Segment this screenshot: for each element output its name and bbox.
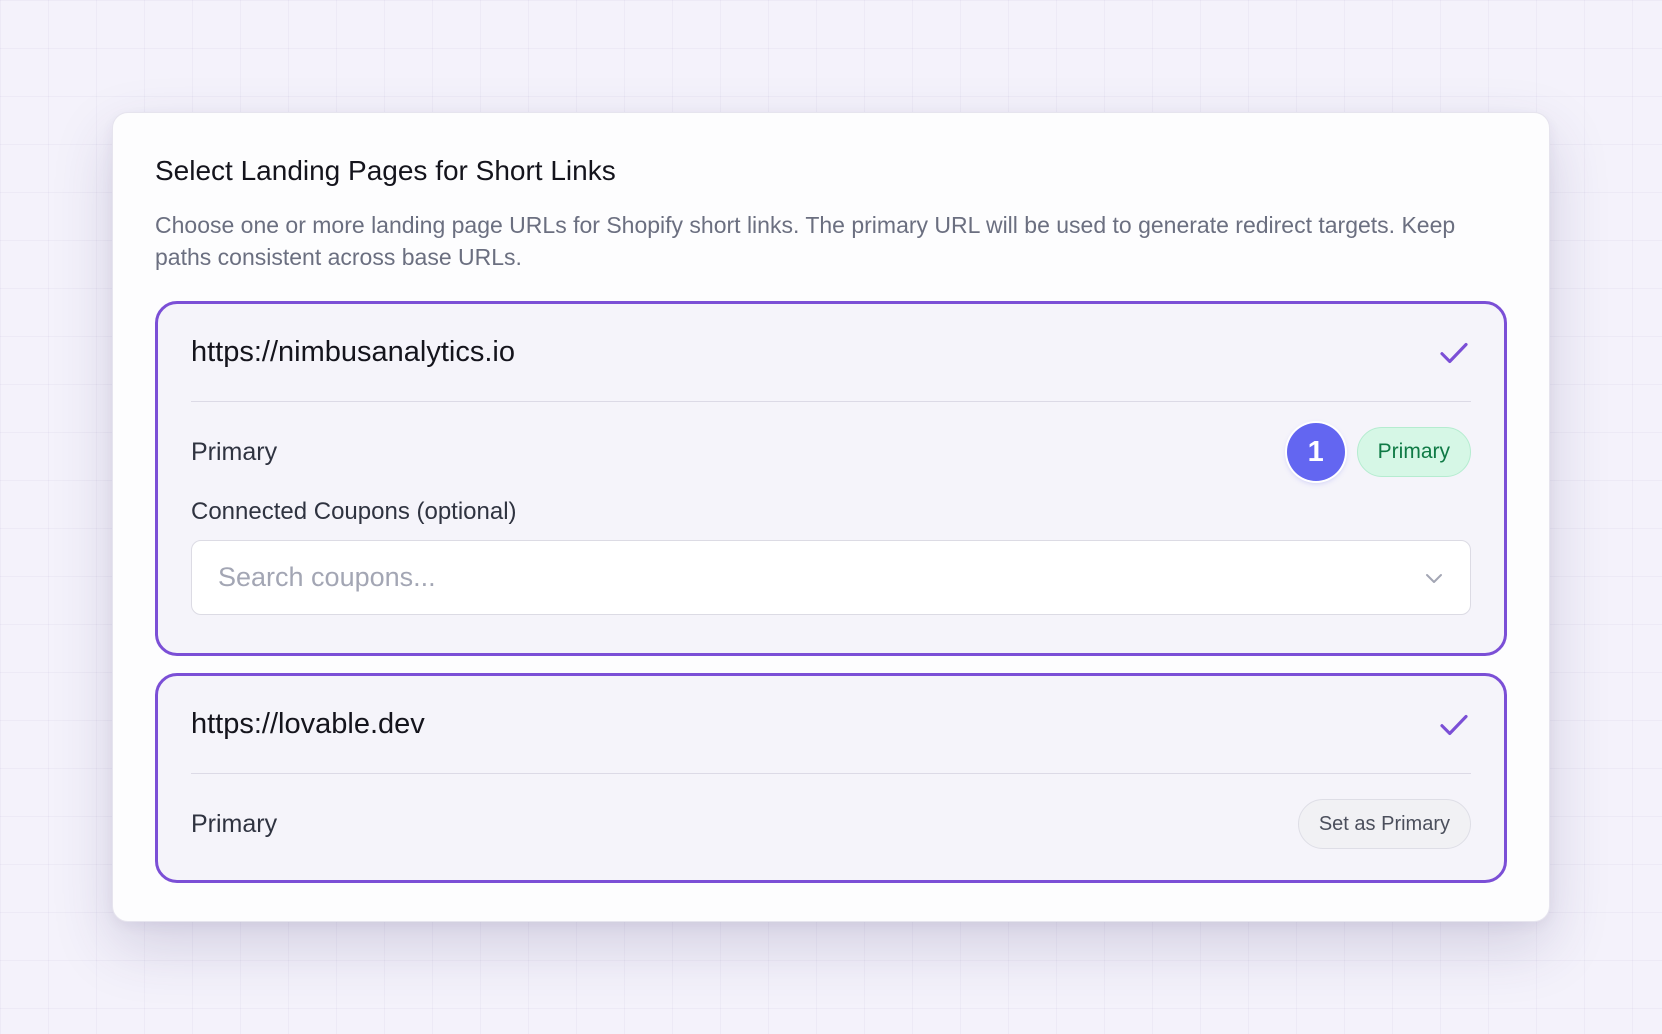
- primary-label: Primary: [191, 437, 278, 466]
- dialog-description: Choose one or more landing page URLs for…: [155, 212, 1456, 270]
- set-as-primary-button[interactable]: Set as Primary: [1297, 799, 1471, 849]
- primary-row: Primary Set as Primary: [191, 774, 1471, 874]
- card-header[interactable]: https://lovable.dev: [191, 676, 1471, 774]
- landing-page-url: https://nimbusanalytics.io: [191, 336, 515, 368]
- primary-row: Primary 1 Primary: [191, 402, 1471, 502]
- primary-status-badge: Primary: [1356, 427, 1471, 477]
- primary-status-group: 1 Primary: [1286, 423, 1471, 481]
- chevron-down-icon[interactable]: [1422, 566, 1446, 590]
- coupon-search-select[interactable]: [191, 540, 1471, 615]
- card-header[interactable]: https://nimbusanalytics.io: [191, 304, 1471, 402]
- order-number-badge: 1: [1286, 423, 1345, 481]
- check-icon[interactable]: [1437, 336, 1471, 370]
- landing-page-card-nimbusanalytics[interactable]: https://nimbusanalytics.io Primary 1 Pri…: [155, 301, 1507, 656]
- connected-coupons-label: Connected Coupons (optional): [191, 498, 517, 525]
- landing-page-url: https://lovable.dev: [191, 708, 425, 740]
- dialog-title: Select Landing Pages for Short Links: [155, 155, 616, 186]
- check-icon[interactable]: [1437, 708, 1471, 742]
- primary-label: Primary: [191, 809, 278, 838]
- coupon-search-input[interactable]: [218, 562, 1318, 593]
- landing-page-card-lovable[interactable]: https://lovable.dev Primary Set as Prima…: [155, 673, 1507, 883]
- landing-pages-dialog: Select Landing Pages for Short Links Cho…: [112, 112, 1550, 922]
